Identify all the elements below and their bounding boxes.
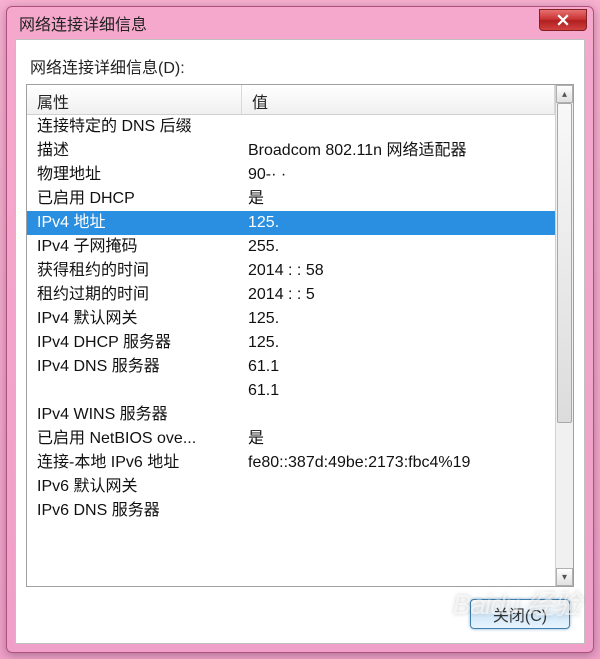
property-cell: 已启用 DHCP [27,187,242,211]
close-button[interactable]: 关闭(C) [470,599,570,629]
property-cell: IPv6 默认网关 [27,475,242,499]
table-row[interactable]: 已启用 DHCP是 [27,187,555,211]
value-cell: 是 [242,427,555,451]
value-cell: 125. [242,211,555,235]
table-row[interactable]: IPv4 WINS 服务器 [27,403,555,427]
value-cell: 是 [242,187,555,211]
property-cell: 获得租约的时间 [27,259,242,283]
dialog-window: 网络连接详细信息 网络连接详细信息(D): 属性 值 连接特定的 DNS 后缀描… [6,6,594,653]
scroll-thumb[interactable] [557,103,572,423]
property-cell: 租约过期的时间 [27,283,242,307]
property-cell: 已启用 NetBIOS ove... [27,427,242,451]
property-cell: IPv4 地址 [27,211,242,235]
table-row[interactable]: 连接特定的 DNS 后缀 [27,115,555,139]
value-cell: 125. [242,307,555,331]
property-cell [27,379,242,403]
window-close-button[interactable] [539,9,587,31]
property-cell: IPv4 WINS 服务器 [27,403,242,427]
value-cell [242,499,555,523]
scroll-track[interactable] [556,103,573,568]
table-row[interactable]: 连接-本地 IPv6 地址fe80::387d:49be:2173:fbc4%1… [27,451,555,475]
value-cell: 255. [242,235,555,259]
vertical-scrollbar[interactable]: ▴ ▾ [555,85,573,586]
column-header-value[interactable]: 值 [242,85,555,114]
section-label: 网络连接详细信息(D): [30,54,570,78]
scroll-up-button[interactable]: ▴ [556,85,573,103]
value-cell: 2014 : : 5 [242,283,555,307]
table-row[interactable]: IPv6 默认网关 [27,475,555,499]
value-cell [242,115,555,139]
property-cell: IPv4 子网掩码 [27,235,242,259]
table-row[interactable]: IPv4 子网掩码255. [27,235,555,259]
value-cell: 61.1 [242,379,555,403]
close-button-label: 关闭(C) [493,602,547,626]
property-cell: IPv6 DNS 服务器 [27,499,242,523]
value-cell: fe80::387d:49be:2173:fbc4%19 [242,451,555,475]
property-cell: IPv4 默认网关 [27,307,242,331]
column-header-property[interactable]: 属性 [27,85,242,114]
table-row[interactable]: IPv4 默认网关125. [27,307,555,331]
value-cell [242,475,555,499]
property-cell: 描述 [27,139,242,163]
titlebar: 网络连接详细信息 [7,7,593,39]
table-row[interactable]: 描述Broadcom 802.11n 网络适配器 [27,139,555,163]
property-cell: 连接特定的 DNS 后缀 [27,115,242,139]
table-row[interactable]: 获得租约的时间2014 : : 58 [27,259,555,283]
property-cell: 物理地址 [27,163,242,187]
property-cell: IPv4 DNS 服务器 [27,355,242,379]
value-cell: 2014 : : 58 [242,259,555,283]
button-bar: 关闭(C) [26,587,574,633]
value-cell: 61.1 [242,355,555,379]
value-cell: 125. [242,331,555,355]
table-row[interactable]: IPv4 DHCP 服务器125. [27,331,555,355]
property-cell: 连接-本地 IPv6 地址 [27,451,242,475]
details-list: 属性 值 连接特定的 DNS 后缀描述Broadcom 802.11n 网络适配… [26,84,574,587]
property-cell: IPv4 DHCP 服务器 [27,331,242,355]
table-row[interactable]: IPv4 地址125. [27,211,555,235]
value-cell [242,403,555,427]
table-row[interactable]: 已启用 NetBIOS ove...是 [27,427,555,451]
column-header-row: 属性 值 [27,85,555,115]
table-row[interactable]: 物理地址90-· · [27,163,555,187]
table-row[interactable]: IPv6 DNS 服务器 [27,499,555,523]
scroll-down-button[interactable]: ▾ [556,568,573,586]
window-title: 网络连接详细信息 [19,11,147,35]
close-icon [557,14,569,26]
table-row[interactable]: 租约过期的时间2014 : : 5 [27,283,555,307]
value-cell: 90-· · [242,163,555,187]
table-row[interactable]: IPv4 DNS 服务器61.1 [27,355,555,379]
value-cell: Broadcom 802.11n 网络适配器 [242,139,555,163]
table-row[interactable]: 61.1 [27,379,555,403]
client-area: 网络连接详细信息(D): 属性 值 连接特定的 DNS 后缀描述Broadcom… [15,39,585,644]
